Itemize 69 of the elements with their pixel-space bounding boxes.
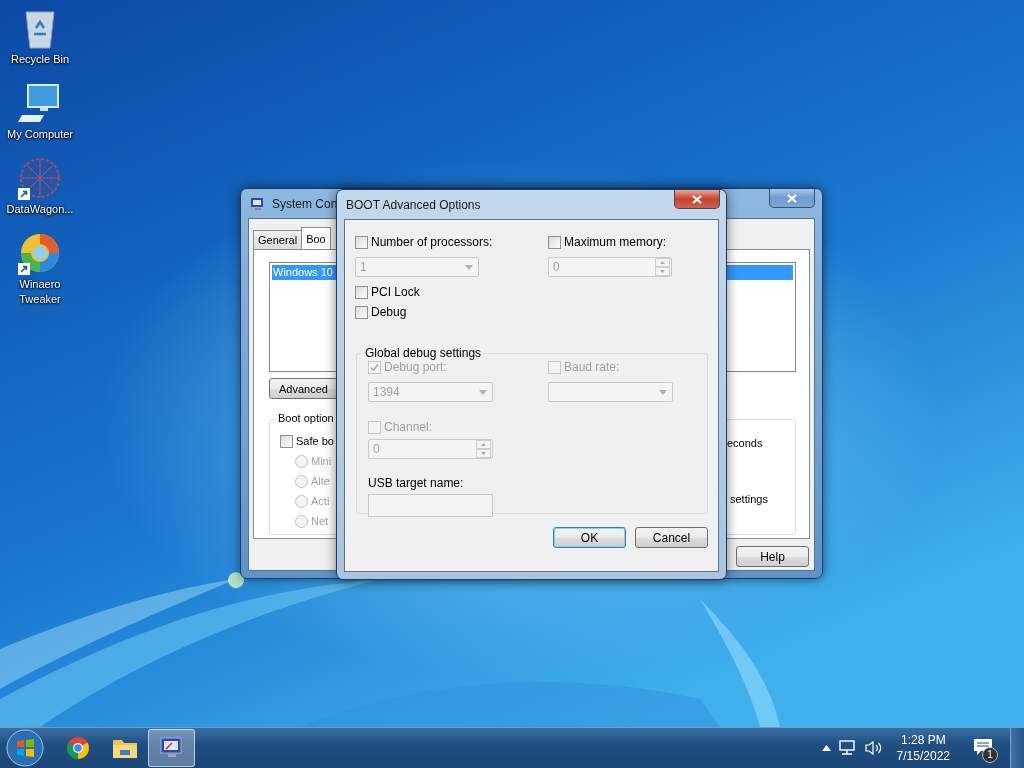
tab[interactable]: General	[253, 230, 303, 249]
radio-button[interactable]	[295, 514, 308, 528]
field-label: USB target name:	[368, 476, 465, 490]
checkbox-label: Safe bo	[296, 435, 334, 447]
help-button[interactable]: Help	[736, 546, 809, 567]
caret-icon	[659, 389, 667, 395]
show-desktop-button[interactable]	[1010, 728, 1024, 768]
spin-up-button[interactable]	[476, 440, 491, 449]
clock[interactable]: 1:28 PM 7/15/2022	[896, 732, 950, 764]
spin-down-button[interactable]	[476, 449, 491, 458]
icon-label[interactable]: Recycle Bin	[5, 52, 75, 67]
radio-label: Acti	[311, 495, 330, 507]
radio-button[interactable]	[295, 494, 308, 508]
radio-button[interactable]	[295, 454, 308, 468]
icon-label[interactable]: Winaero Tweaker	[5, 277, 75, 307]
checkbox-label: Maximum memory:	[564, 235, 666, 249]
input-field[interactable]	[368, 494, 493, 517]
close-icon	[692, 194, 702, 204]
radio-label: Net	[311, 515, 329, 527]
checkbox[interactable]	[280, 434, 293, 448]
radio-button[interactable]	[295, 474, 308, 488]
caret-icon	[465, 264, 473, 270]
tab[interactable]: Boo	[301, 227, 331, 249]
up-arrow-icon	[660, 261, 665, 264]
monitor-icon	[250, 195, 266, 212]
checkbox-label: Debug port:	[384, 360, 447, 374]
shortcut-arrow-icon	[18, 263, 30, 275]
swirl-icon	[18, 231, 62, 275]
show-hidden-icons-button[interactable]	[821, 745, 831, 751]
spin-down-button[interactable]	[655, 267, 670, 276]
caret-icon	[479, 389, 487, 395]
checkbox-label: Number of processors:	[371, 235, 493, 249]
group-label: Global debug settings	[363, 346, 484, 360]
checkbox-label: PCI Lock	[371, 285, 420, 299]
radio-label: Alte	[311, 475, 330, 487]
checkbox-label: Channel:	[384, 420, 433, 434]
spin-up-button[interactable]	[655, 258, 670, 267]
dialog-button[interactable]: OK	[553, 527, 626, 548]
notification-count: 1	[982, 747, 998, 763]
shortcut-arrow-icon	[18, 188, 30, 200]
folder-icon	[111, 737, 138, 759]
icon-label[interactable]: My Computer	[5, 127, 75, 142]
start-button[interactable]	[6, 729, 44, 767]
label-fragment: settings	[729, 493, 769, 505]
group-label: Boot option	[276, 412, 336, 424]
up-arrow-icon	[481, 443, 486, 446]
computer-icon	[18, 81, 62, 125]
close-button[interactable]	[769, 189, 815, 208]
label-fragment: econds	[727, 437, 764, 449]
checkbox-label: Debug	[371, 305, 407, 319]
dialog-title: BOOT Advanced Options	[346, 197, 481, 212]
down-arrow-icon	[660, 270, 665, 273]
radio-label: Mini	[311, 455, 332, 467]
close-icon	[787, 193, 797, 203]
notification-button[interactable]: 1	[970, 735, 996, 761]
checkbox[interactable]	[548, 235, 561, 249]
close-button[interactable]	[674, 190, 720, 209]
checkbox-label: Baud rate:	[564, 360, 620, 374]
chrome-icon	[65, 736, 90, 760]
network-icon[interactable]	[838, 740, 857, 756]
checkbox[interactable]	[355, 235, 368, 249]
volume-icon[interactable]	[864, 740, 883, 756]
checkbox[interactable]	[355, 285, 368, 299]
network-graph-icon	[18, 156, 62, 200]
checkbox[interactable]	[355, 305, 368, 319]
down-arrow-icon	[481, 452, 486, 455]
icon-label[interactable]: DataWagon...	[5, 202, 75, 217]
taskbar-button[interactable]	[148, 729, 195, 767]
dialog-button[interactable]: Cancel	[635, 527, 708, 548]
